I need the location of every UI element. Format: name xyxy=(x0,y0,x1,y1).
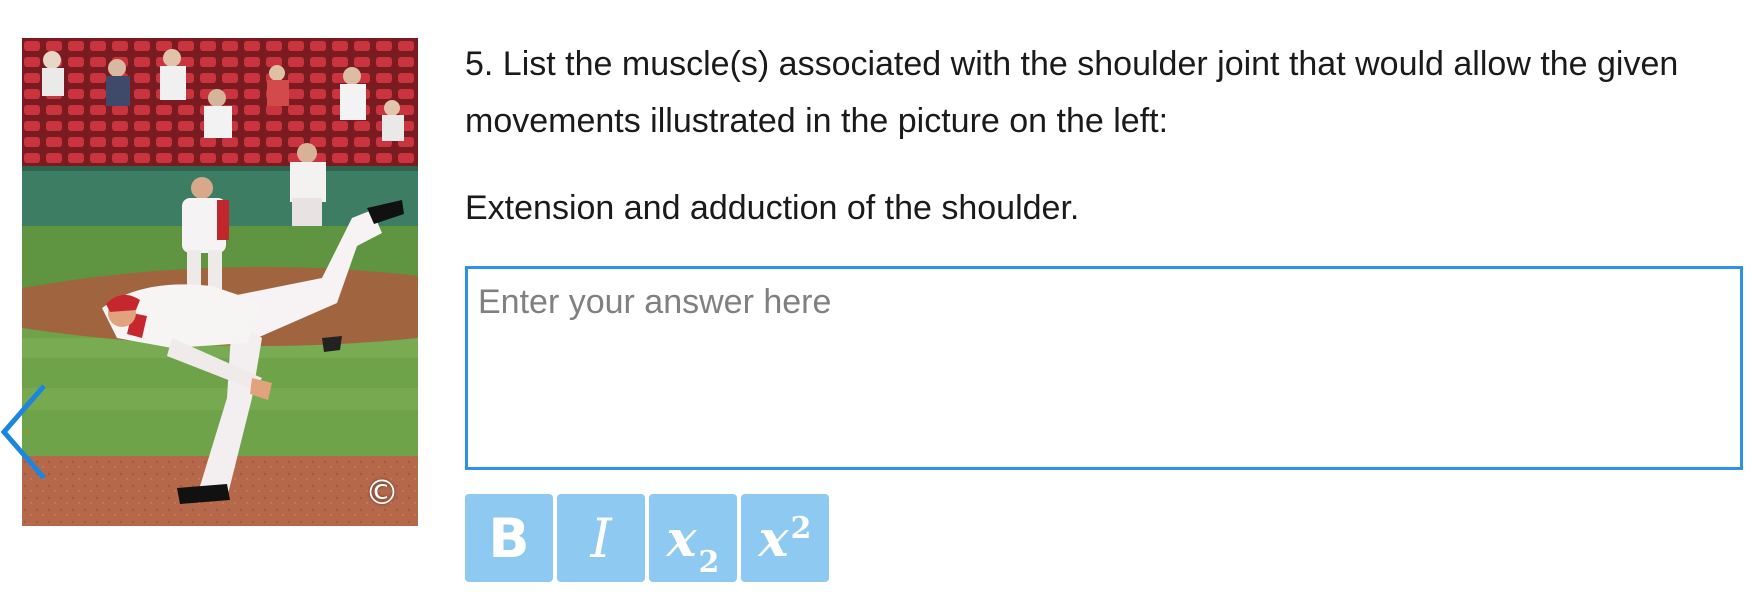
superscript-button[interactable]: x2 xyxy=(741,494,829,582)
superscript-icon: x2 xyxy=(759,509,812,568)
subscript-icon: x2 xyxy=(666,508,720,580)
italic-button[interactable]: I xyxy=(557,494,645,582)
italic-icon: I xyxy=(590,506,612,570)
question-page: © 5. List the muscle(s) associated with … xyxy=(0,0,1752,592)
question-prompt: Extension and adduction of the shoulder. xyxy=(465,189,1080,227)
bold-button[interactable]: B xyxy=(465,494,553,582)
copyright-mark: © xyxy=(365,473,399,513)
question-text: 5. List the muscle(s) associated with th… xyxy=(465,45,1679,140)
superscript-index: 2 xyxy=(790,510,812,546)
pitcher-photo xyxy=(22,38,418,526)
subscript-index: 2 xyxy=(698,544,720,580)
format-toolbar: B I x2 x2 xyxy=(465,494,829,582)
answer-input[interactable] xyxy=(465,266,1743,470)
chevron-left-icon xyxy=(0,384,46,480)
previous-button[interactable] xyxy=(0,382,50,482)
subscript-base: x xyxy=(666,508,697,568)
superscript-base: x xyxy=(758,508,789,568)
pitcher-image xyxy=(22,38,418,526)
bold-icon: B xyxy=(488,506,530,570)
subscript-button[interactable]: x2 xyxy=(649,494,737,582)
